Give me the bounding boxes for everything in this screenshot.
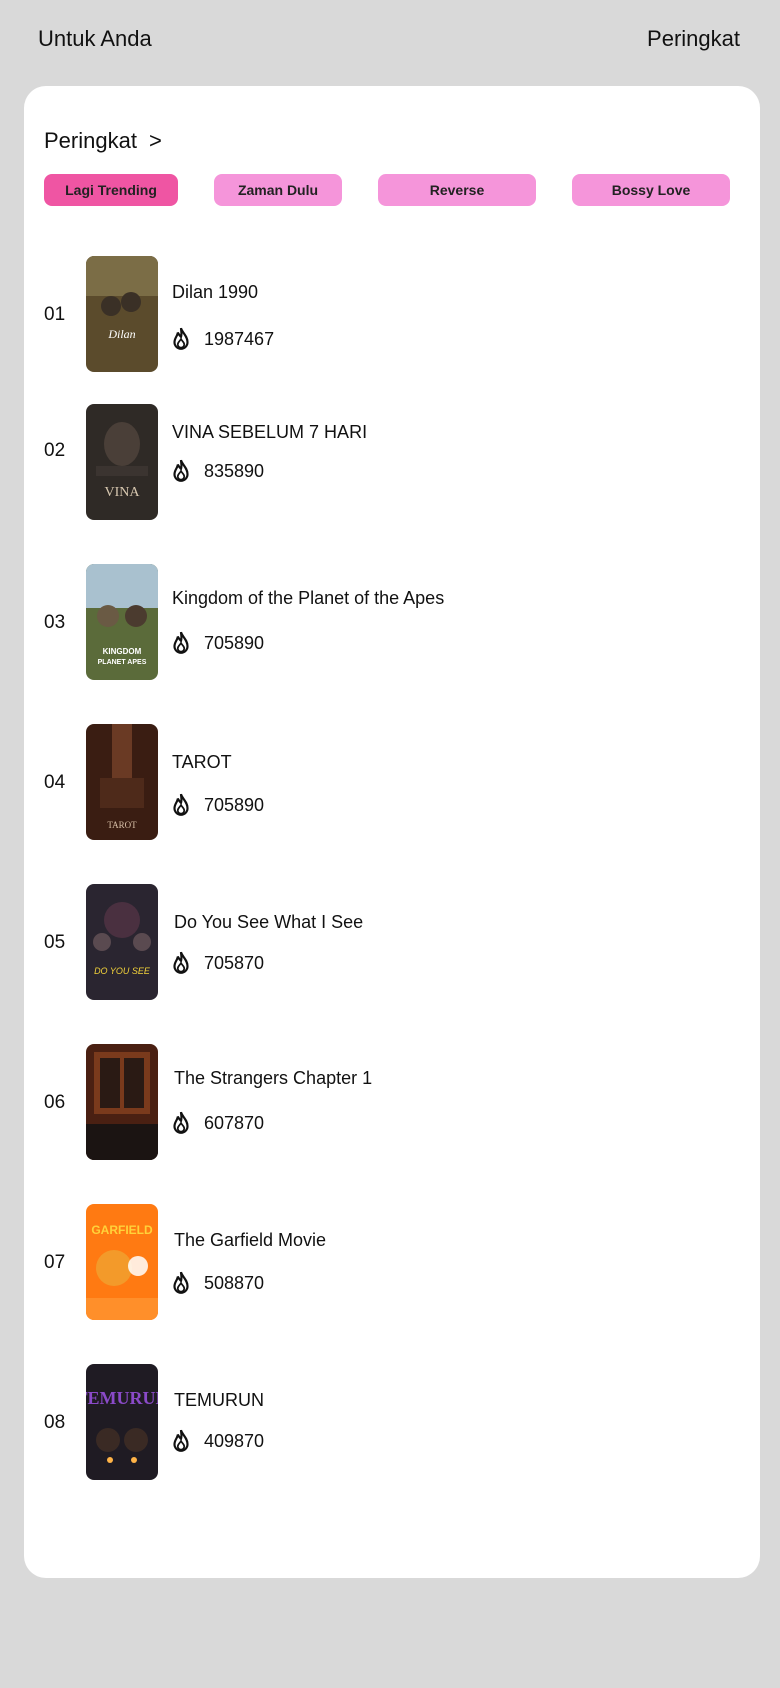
view-count-value: 1987467 <box>204 328 275 349</box>
movie-poster[interactable]: KINGDOM PLANET APES <box>86 564 158 680</box>
flame-icon <box>173 1429 189 1452</box>
movie-title: TAROT <box>172 752 232 772</box>
view-count: 705890 <box>168 792 264 818</box>
view-count: 835890 <box>168 458 264 484</box>
movie-poster[interactable]: TAROT <box>86 724 158 840</box>
list-item[interactable]: 06 The Strangers Chapter 1 607870 <box>0 1044 780 1164</box>
tab-bossy-love[interactable]: Bossy Love <box>572 174 730 206</box>
movie-title: The Garfield Movie <box>174 1230 327 1250</box>
view-count-value: 705890 <box>204 794 265 815</box>
tab-peringkat[interactable]: Peringkat <box>647 26 740 52</box>
view-count-value: 705890 <box>204 632 265 653</box>
movie-title: Kingdom of the Planet of the Apes <box>172 588 445 608</box>
movie-poster[interactable]: DO YOU SEE <box>86 884 158 1000</box>
view-count-value: 409870 <box>204 1430 265 1451</box>
tab-untuk-anda[interactable]: Untuk Anda <box>38 26 152 52</box>
rank-number: 08 <box>44 1412 66 1433</box>
movie-title: TEMURUN <box>174 1390 264 1410</box>
tab-label: Lagi Trending <box>65 182 157 198</box>
list-item[interactable]: 07 GARFIELD The Garfield Movie 508870 <box>0 1204 780 1324</box>
rank-number: 03 <box>44 612 66 633</box>
flame-icon <box>173 951 189 974</box>
rank-number: 01 <box>44 304 66 325</box>
svg-text:Dilan: Dilan <box>107 327 135 341</box>
view-count: 409870 <box>168 1428 264 1454</box>
svg-text:VINA: VINA <box>105 485 141 500</box>
view-count-value: 607870 <box>204 1112 265 1133</box>
view-count-value: 835890 <box>204 460 265 481</box>
svg-text:DO YOU SEE: DO YOU SEE <box>94 966 151 976</box>
section-title[interactable]: Peringkat > <box>44 128 162 154</box>
svg-text:TEMURUN: TEMURUN <box>86 1388 158 1408</box>
svg-text:KINGDOM: KINGDOM <box>103 647 142 656</box>
movie-poster[interactable]: Dilan <box>86 256 158 372</box>
svg-text:PLANET APES: PLANET APES <box>98 659 147 666</box>
rank-number: 05 <box>44 932 66 953</box>
view-count-value: 705870 <box>204 952 265 973</box>
flame-icon <box>173 1271 189 1294</box>
top-bar: Untuk Anda Peringkat <box>0 0 780 80</box>
view-count: 705870 <box>168 950 264 976</box>
flame-icon <box>173 1111 189 1134</box>
list-item[interactable]: 02 VINA VINA SEBELUM 7 HARI 835890 <box>0 404 780 524</box>
tab-reverse[interactable]: Reverse <box>378 174 536 206</box>
view-count: 508870 <box>168 1270 264 1296</box>
view-count: 1987467 <box>168 326 274 352</box>
view-count-value: 508870 <box>204 1272 265 1293</box>
list-item[interactable]: 08 TEMURUN TEMURUN 409870 <box>0 1364 780 1484</box>
tab-lagi-trending[interactable]: Lagi Trending <box>44 174 178 206</box>
section-title-label: Peringkat <box>44 128 137 153</box>
rank-number: 04 <box>44 772 66 793</box>
list-item[interactable]: 04 TAROT TAROT 705890 <box>0 724 780 844</box>
svg-text:TAROT: TAROT <box>107 820 137 830</box>
movie-poster[interactable]: TEMURUN <box>86 1364 158 1480</box>
flame-icon <box>173 793 189 816</box>
tab-label: Reverse <box>429 182 485 198</box>
rank-number: 06 <box>44 1092 66 1113</box>
flame-icon <box>173 631 189 654</box>
tab-label: Bossy Love <box>611 182 691 198</box>
movie-poster[interactable] <box>86 1044 158 1160</box>
tab-label: Zaman Dulu <box>237 182 319 198</box>
movie-title: The Strangers Chapter 1 <box>174 1068 373 1088</box>
movie-poster[interactable]: GARFIELD <box>86 1204 158 1320</box>
flame-icon <box>173 327 189 350</box>
movie-poster[interactable]: VINA <box>86 404 158 520</box>
list-item[interactable]: 01 Dilan Dilan 1990 1987467 <box>0 256 780 376</box>
rank-number: 02 <box>44 440 66 461</box>
rank-number: 07 <box>44 1252 66 1273</box>
list-item[interactable]: 05 DO YOU SEE Do You See What I See 7058… <box>0 884 780 1004</box>
svg-text:GARFIELD: GARFIELD <box>91 1223 153 1237</box>
movie-title: Dilan 1990 <box>172 282 259 302</box>
movie-title: VINA SEBELUM 7 HARI <box>172 422 368 442</box>
chevron-right-icon: > <box>148 128 162 153</box>
tab-zaman-dulu[interactable]: Zaman Dulu <box>214 174 342 206</box>
movie-title: Do You See What I See <box>174 912 364 932</box>
view-count: 705890 <box>168 630 264 656</box>
flame-icon <box>173 459 189 482</box>
list-item[interactable]: 03 KINGDOM PLANET APES Kingdom of the Pl… <box>0 564 780 684</box>
view-count: 607870 <box>168 1110 264 1136</box>
